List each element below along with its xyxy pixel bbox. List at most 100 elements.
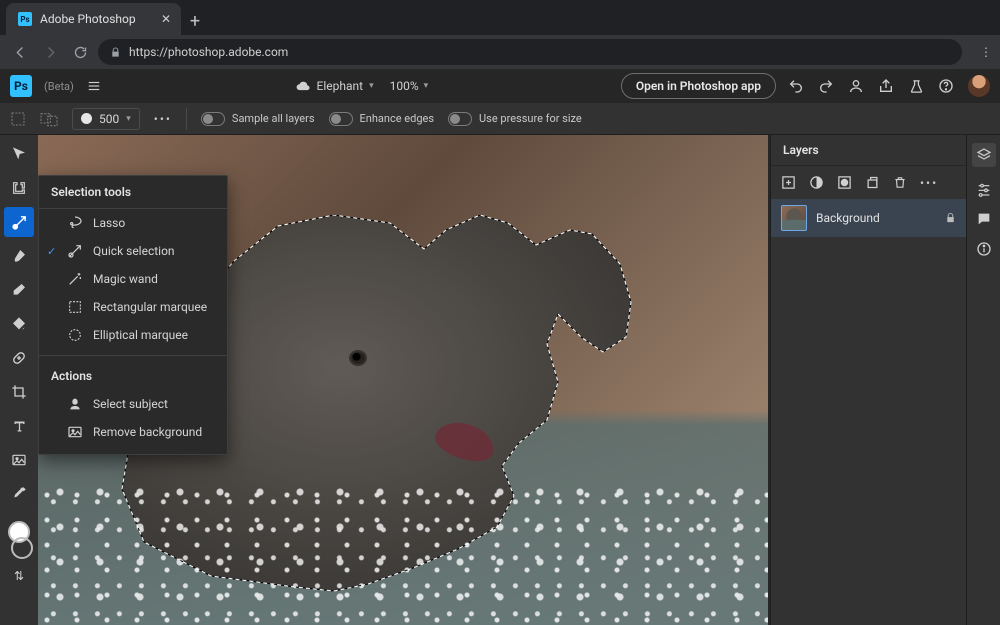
ellipse-marquee-icon <box>67 327 83 343</box>
new-selection-mode-icon[interactable] <box>10 109 26 129</box>
toggle-icon <box>329 112 353 126</box>
layers-more-button[interactable]: ••• <box>920 176 938 190</box>
select-subject-icon <box>67 396 83 412</box>
eyedropper-tool[interactable] <box>4 479 34 509</box>
rect-marquee-icon <box>67 299 83 315</box>
photoshop-logo-icon[interactable]: Ps <box>10 75 32 97</box>
url-text: https://photoshop.adobe.com <box>129 45 288 59</box>
quick-selection-icon <box>67 243 83 259</box>
document-name-label: Elephant <box>317 79 364 93</box>
lock-icon <box>110 47 121 58</box>
back-button[interactable] <box>8 40 32 64</box>
layer-thumbnail <box>781 205 807 231</box>
hamburger-menu-button[interactable] <box>86 79 102 93</box>
tab-title: Adobe Photoshop <box>40 12 153 26</box>
adjustment-layer-button[interactable] <box>809 175 824 190</box>
crop-tool[interactable] <box>4 377 34 407</box>
tool-options-bar: 500 ▾ ••• Sample all layers Enhance edge… <box>0 103 1000 135</box>
layers-rail-icon[interactable] <box>972 143 996 167</box>
chevron-down-icon: ▾ <box>424 81 429 91</box>
chevron-down-icon: ▾ <box>369 81 374 91</box>
left-toolbar: ⇅ <box>0 135 38 625</box>
comments-rail-icon[interactable] <box>976 211 992 227</box>
chevron-down-icon: ▾ <box>126 114 131 124</box>
brush-preview-icon <box>81 113 92 124</box>
sample-all-layers-toggle[interactable]: Sample all layers <box>201 112 315 126</box>
add-layer-button[interactable] <box>781 175 796 190</box>
divider <box>186 108 187 130</box>
redo-button[interactable] <box>818 78 834 94</box>
beaker-icon[interactable] <box>908 78 924 94</box>
delete-layer-button[interactable] <box>893 175 907 190</box>
zoom-dropdown[interactable]: 100% ▾ <box>390 79 429 93</box>
flyout-action-select-subject[interactable]: Select subject <box>39 390 227 418</box>
flyout-item-ellipse-marquee[interactable]: Elliptical marquee <box>39 321 227 349</box>
brush-size-value: 500 <box>99 112 119 126</box>
layer-row-background[interactable]: Background <box>771 199 966 237</box>
use-pressure-toggle[interactable]: Use pressure for size <box>448 112 582 126</box>
flyout-item-magic-wand[interactable]: Magic wand <box>39 265 227 293</box>
browser-address-bar: https://photoshop.adobe.com ⋮ <box>0 35 1000 69</box>
brush-size-dropdown[interactable]: 500 ▾ <box>72 108 140 130</box>
info-rail-icon[interactable] <box>976 241 992 257</box>
layer-name-label: Background <box>816 211 936 225</box>
move-tool[interactable] <box>4 139 34 169</box>
account-button[interactable] <box>848 78 864 94</box>
forward-button[interactable] <box>38 40 62 64</box>
lock-icon[interactable] <box>945 212 956 224</box>
url-field[interactable]: https://photoshop.adobe.com <box>98 39 962 65</box>
fill-tool[interactable] <box>4 309 34 339</box>
type-tool[interactable] <box>4 411 34 441</box>
swap-colors-button[interactable]: ⇅ <box>14 569 24 583</box>
flyout-item-quick-selection[interactable]: ✓ Quick selection <box>39 237 227 265</box>
browser-tab[interactable]: Ps Adobe Photoshop ✕ <box>6 3 181 35</box>
selection-tool[interactable] <box>4 207 34 237</box>
remove-bg-icon <box>67 424 83 440</box>
favicon-ps-icon: Ps <box>18 12 32 26</box>
flyout-item-lasso[interactable]: Lasso <box>39 209 227 237</box>
share-button[interactable] <box>878 78 894 94</box>
heal-tool[interactable] <box>4 343 34 373</box>
layers-panel-title: Layers <box>771 135 966 166</box>
browser-menu-button[interactable]: ⋮ <box>968 45 992 59</box>
toggle-icon <box>201 112 225 126</box>
add-mask-button[interactable] <box>837 175 852 190</box>
eraser-tool[interactable] <box>4 275 34 305</box>
toggle-icon <box>448 112 472 126</box>
document-name-dropdown[interactable]: Elephant ▾ <box>295 79 374 93</box>
enhance-edges-toggle[interactable]: Enhance edges <box>329 112 435 126</box>
flyout-item-rect-marquee[interactable]: Rectangular marquee <box>39 293 227 321</box>
layers-panel: Layers ••• Background <box>770 135 966 625</box>
more-options-button[interactable]: ••• <box>154 112 172 126</box>
new-tab-button[interactable]: + <box>181 7 209 35</box>
canvas-area[interactable]: Selection tools Lasso ✓ Quick selection … <box>38 135 770 625</box>
properties-rail-icon[interactable] <box>976 181 992 197</box>
app-header: Ps (Beta) Elephant ▾ 100% ▾ Open in Phot… <box>0 69 1000 103</box>
image-water <box>38 485 768 625</box>
help-button[interactable] <box>938 78 954 94</box>
lasso-icon <box>67 215 83 231</box>
layers-action-bar: ••• <box>771 166 966 199</box>
zoom-label: 100% <box>390 79 419 93</box>
flyout-actions-header: Actions <box>39 362 227 390</box>
magic-wand-icon <box>67 271 83 287</box>
clip-layer-button[interactable] <box>865 175 880 190</box>
browser-tab-strip: Ps Adobe Photoshop ✕ + <box>0 0 1000 35</box>
flyout-header: Selection tools <box>39 176 227 209</box>
background-color-swatch[interactable] <box>11 537 33 559</box>
reload-button[interactable] <box>68 40 92 64</box>
selection-tools-flyout: Selection tools Lasso ✓ Quick selection … <box>38 175 228 455</box>
open-in-app-button[interactable]: Open in Photoshop app <box>621 73 776 99</box>
add-selection-mode-icon[interactable] <box>40 109 58 129</box>
beta-label: (Beta) <box>44 80 74 93</box>
brush-tool[interactable] <box>4 241 34 271</box>
user-avatar[interactable] <box>968 75 990 97</box>
place-image-tool[interactable] <box>4 445 34 475</box>
flyout-separator <box>39 355 227 356</box>
transform-tool[interactable] <box>4 173 34 203</box>
flyout-action-remove-background[interactable]: Remove background <box>39 418 227 446</box>
close-tab-icon[interactable]: ✕ <box>161 12 171 26</box>
cloud-icon <box>295 79 311 93</box>
undo-button[interactable] <box>788 78 804 94</box>
checkmark-icon: ✓ <box>47 245 56 258</box>
